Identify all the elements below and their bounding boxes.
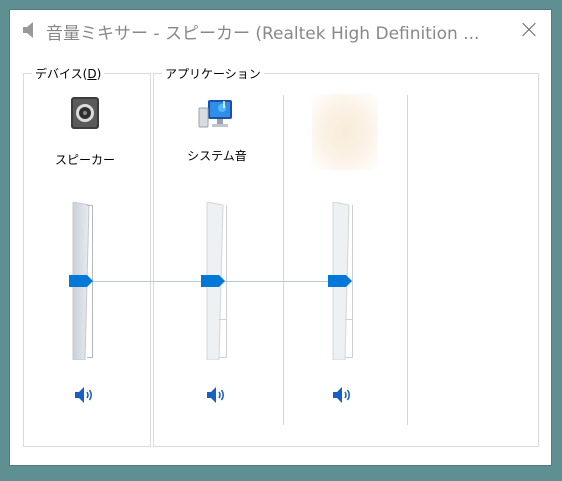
channel-label-speaker: スピーカー [54, 153, 115, 167]
mute-button-speaker[interactable] [74, 386, 96, 404]
device-label-prefix: デバイス( [35, 67, 88, 81]
tick-mark [87, 357, 93, 358]
device-group-label: デバイス(D) [32, 65, 105, 82]
tick-mark [87, 205, 93, 206]
close-button[interactable] [517, 18, 541, 42]
channel-divider [283, 95, 284, 425]
title-bar: 音量ミキサー - スピーカー (Realtek High Definition … [10, 10, 551, 50]
volume-mixer-window: 音量ミキサー - スピーカー (Realtek High Definition … [10, 10, 551, 465]
mute-button-system-sounds[interactable] [206, 386, 228, 404]
system-sounds-icon[interactable] [198, 97, 236, 131]
volume-thumb-app[interactable] [328, 275, 352, 287]
blurred-app-icon[interactable] [312, 94, 378, 170]
device-label-suffix: ) [96, 67, 102, 81]
device-label-accelerator: D [87, 67, 97, 81]
volume-thumb-system-sounds[interactable] [201, 275, 225, 287]
volume-thumb-speaker[interactable] [69, 275, 93, 287]
tick-line [352, 205, 353, 358]
speaker-icon [23, 22, 33, 38]
channel-label-system-sounds: システム音 [187, 149, 247, 163]
tick-mark [345, 357, 353, 358]
window-title: 音量ミキサー - スピーカー (Realtek High Definition … [46, 24, 480, 44]
tick-mark [219, 319, 227, 320]
applications-group-label: アプリケーション [162, 65, 264, 82]
mute-button-app[interactable] [332, 386, 354, 404]
speaker-device-icon[interactable] [69, 96, 101, 130]
tick-mark [345, 319, 353, 320]
channel-divider [407, 95, 408, 425]
tick-mark [219, 357, 227, 358]
